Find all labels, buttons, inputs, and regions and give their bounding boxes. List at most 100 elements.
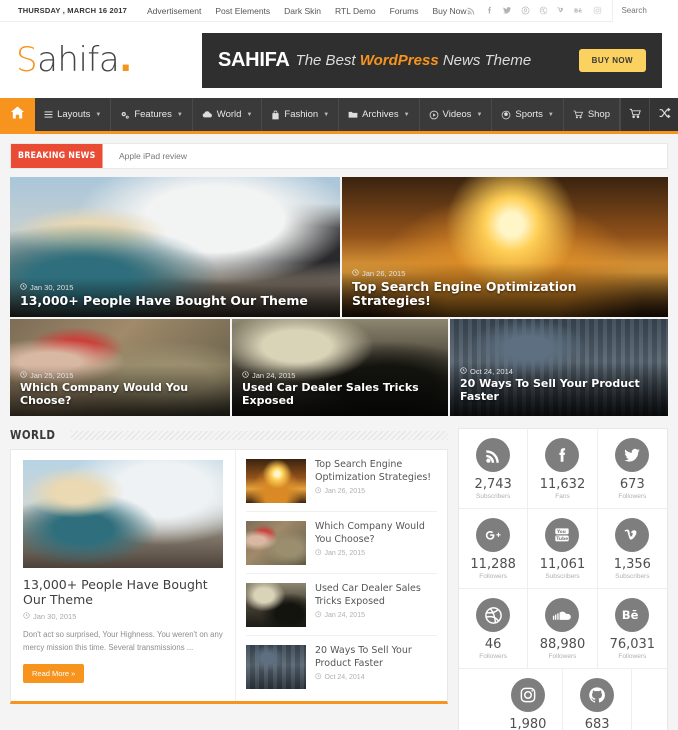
social-counter-facebook[interactable]: 11,632 Fans [528, 429, 598, 509]
list-title: Used Car Dealer Sales Tricks Exposed [315, 583, 421, 607]
date-text: Jan 24, 2015 [324, 611, 365, 619]
social-counter-googleplus[interactable]: 11,288 Followers [459, 509, 529, 589]
social-counter-soundcloud[interactable]: 88,980 Followers [528, 589, 598, 669]
chevron-down-icon: ▼ [246, 111, 253, 118]
top-nav-link-dark-skin[interactable]: Dark Skin [284, 6, 321, 16]
nav-item-sports[interactable]: Sports ▼ [492, 98, 564, 131]
nav-home-button[interactable] [0, 98, 36, 131]
nav-label: World [216, 109, 242, 120]
slider-date: Jan 30, 2015 [20, 283, 330, 292]
section-rule [70, 430, 448, 440]
breaking-news-headline[interactable]: Apple iPad review [115, 144, 187, 168]
site-logo[interactable]: SSahifa.ahifa. [16, 40, 132, 80]
dribbble-icon[interactable] [538, 5, 548, 17]
social-counter-vimeo[interactable]: 1,356 Subscribers [597, 509, 667, 589]
top-nav-link-forums[interactable]: Forums [390, 6, 419, 16]
twitter-icon[interactable] [502, 5, 512, 17]
dribbble-icon [476, 598, 511, 632]
list-item[interactable]: 20 Ways To Sell Your Product Faster Oct … [246, 636, 437, 697]
instagram-icon[interactable] [592, 5, 602, 17]
nav-random-button[interactable] [649, 98, 678, 131]
list-thumbnail [246, 521, 306, 565]
nav-item-archives[interactable]: Archives ▼ [339, 98, 420, 131]
chevron-down-icon: ▼ [95, 111, 102, 118]
slider-row-top: Jan 30, 2015 13,000+ People Have Bought … [10, 177, 668, 317]
world-section-box: 13,000+ People Have Bought Our Theme Jan… [10, 449, 448, 704]
buy-now-button[interactable]: BUY NOW [578, 48, 646, 72]
cart-icon [573, 110, 584, 119]
search-input[interactable] [612, 0, 678, 22]
social-count: 88,980 [539, 637, 586, 652]
svg-text:Bē: Bē [574, 9, 582, 15]
slider-title: Which Company Would You Choose? [20, 381, 189, 408]
slider-caption: Jan 24, 2015 Used Car Dealer Sales Trick… [232, 365, 448, 416]
behance-icon[interactable]: Bē [574, 5, 584, 17]
list-item[interactable]: Used Car Dealer Sales Tricks Exposed Jan… [246, 574, 437, 636]
list-thumbnail [246, 583, 306, 627]
nav-label: Layouts [57, 109, 91, 120]
top-nav-link-rtl-demo[interactable]: RTL Demo [335, 6, 376, 16]
nav-item-fashion[interactable]: Fashion ▼ [262, 98, 340, 131]
svg-text:You: You [556, 529, 566, 535]
rss-icon[interactable] [466, 5, 476, 17]
top-nav: Advertisement Post Elements Dark Skin RT… [147, 6, 466, 16]
slider-tile[interactable]: Jan 26, 2015 Top Search Engine Optimizat… [342, 177, 668, 317]
social-count: 11,288 [470, 557, 516, 572]
world-column: WORLD 13,000+ People Have Bought Our The… [10, 428, 448, 704]
list-text: Which Company Would You Choose? Jan 25, … [315, 521, 437, 558]
slider-tile[interactable]: Oct 24, 2014 20 Ways To Sell Your Produc… [450, 319, 668, 416]
pinterest-icon[interactable] [520, 5, 530, 17]
top-social-links: Bē [466, 5, 612, 17]
top-nav-link-post-elements[interactable]: Post Elements [215, 6, 270, 16]
nav-item-shop[interactable]: Shop [564, 98, 620, 131]
vimeo-icon[interactable] [556, 5, 566, 17]
nav-item-videos[interactable]: Videos ▼ [420, 98, 493, 131]
featured-excerpt: Don't act so surprised, Your Highness. Y… [23, 629, 223, 653]
section-header: WORLD [10, 428, 448, 442]
github-icon [580, 678, 615, 712]
social-counter-rss[interactable]: 2,743 Subscribers [459, 429, 529, 509]
chevron-down-icon: ▼ [323, 111, 330, 118]
list-text: Used Car Dealer Sales Tricks Exposed Jan… [315, 583, 437, 620]
nav-right-icons [620, 98, 678, 131]
featured-thumbnail [23, 460, 223, 568]
social-counter-github[interactable]: 683 Followers [563, 669, 633, 730]
clock-icon [315, 611, 322, 620]
page-root: THURSDAY , MARCH 16 2017 Advertisement P… [0, 0, 678, 730]
nav-item-world[interactable]: World ▼ [193, 98, 263, 131]
slider-tile[interactable]: Jan 24, 2015 Used Car Dealer Sales Trick… [232, 319, 448, 416]
site-header: SSahifa.ahifa. SAHIFA The Best WordPress… [0, 22, 678, 98]
list-item[interactable]: Top Search Engine Optimization Strategie… [246, 450, 437, 512]
social-label: Subscribers [545, 573, 580, 580]
social-label: Subscribers [615, 573, 650, 580]
top-nav-link-advertisement[interactable]: Advertisement [147, 6, 201, 16]
social-counter-instagram[interactable]: 1,980 Followers [494, 669, 563, 730]
slider-caption: Jan 25, 2015 Which Company Would You Cho… [10, 365, 230, 416]
slider-title: 13,000+ People Have Bought Our Theme [20, 293, 308, 309]
banner-tagline: The Best WordPress News Theme [295, 51, 532, 69]
clock-icon [315, 549, 322, 558]
social-count: 673 [619, 477, 645, 492]
social-count: 11,632 [539, 477, 586, 492]
svg-text:Tube: Tube [557, 536, 569, 542]
nav-item-layouts[interactable]: Layouts ▼ [35, 98, 112, 131]
facebook-icon[interactable] [484, 5, 494, 17]
banner-brand: SAHIFA [218, 48, 290, 71]
slider-tile[interactable]: Jan 25, 2015 Which Company Would You Cho… [10, 319, 230, 416]
breaking-news-bar: BREAKING NEWS Apple iPad review [10, 143, 668, 169]
nav-cart-button[interactable] [620, 98, 649, 131]
list-item[interactable]: Which Company Would You Choose? Jan 25, … [246, 512, 437, 574]
social-counter-dribbble[interactable]: 46 Followers [459, 589, 529, 669]
social-counter-youtube[interactable]: You Tube 11,061 Subscribers [528, 509, 598, 589]
social-counter-twitter[interactable]: 673 Followers [597, 429, 667, 509]
social-counter-behance[interactable]: Bē 76,031 Followers [597, 589, 667, 669]
top-nav-link-buy-now[interactable]: Buy Now [432, 6, 466, 16]
read-more-button[interactable]: Read More » [23, 663, 85, 683]
slider-tile[interactable]: Jan 30, 2015 13,000+ People Have Bought … [10, 177, 340, 317]
nav-item-features[interactable]: Features ▼ [111, 98, 193, 131]
list-date: Jan 26, 2015 [315, 487, 437, 496]
soundcloud-icon [545, 598, 580, 632]
promo-banner: SAHIFA The Best WordPress News Theme BUY… [202, 32, 662, 88]
social-count: 1,980 [509, 717, 547, 730]
featured-article[interactable]: 13,000+ People Have Bought Our Theme Jan… [11, 450, 235, 701]
